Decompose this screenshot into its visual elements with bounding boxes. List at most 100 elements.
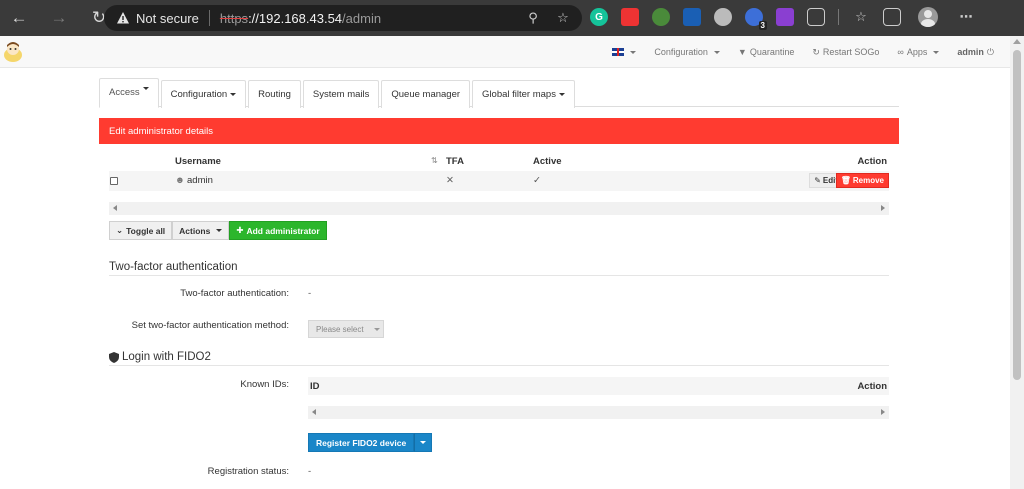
forward-arrow-icon[interactable]: → [48, 7, 70, 29]
language-selector[interactable] [612, 48, 637, 56]
tab-queue-manager-label: Queue manager [391, 89, 461, 100]
add-administrator-button[interactable]: ✚ Add administrator [229, 221, 327, 240]
col-fido-action: Action [857, 381, 887, 392]
toggle-icon: ⌄ [116, 225, 124, 235]
url-host: ://192.168.43.54 [248, 10, 343, 26]
tab-queue-manager[interactable]: Queue manager [381, 80, 471, 108]
uk-flag-icon [612, 48, 625, 56]
pencil-icon: ✎ [814, 176, 821, 185]
badged-extension-icon[interactable]: 3 [745, 8, 767, 30]
remove-button[interactable]: 🗑 Remove [835, 173, 889, 188]
scroll-right-arrow-icon[interactable] [881, 409, 885, 415]
chevron-down-icon [558, 93, 565, 96]
address-bar[interactable]: Not secure https://192.168.43.54/admin ⚲… [104, 5, 582, 31]
nav-restart-sogo[interactable]: ↻ Restart SOGo [812, 47, 879, 58]
admin-table-header: Username ⇅ TFA Active Action [109, 154, 889, 170]
chevron-down-icon [142, 87, 149, 90]
tab-access[interactable]: Access [99, 78, 159, 108]
sort-icon[interactable]: ⇅ [431, 156, 438, 165]
fido2-section-title: Login with FIDO2 [122, 351, 211, 363]
profile-avatar[interactable] [918, 7, 938, 27]
tfa-value: - [308, 288, 312, 299]
registration-status-label: Registration status: [207, 466, 289, 477]
app-navbar: Configuration ▼ Quarantine ↻ Restart SOGo … [0, 36, 1010, 68]
chevron-down-icon [373, 327, 380, 331]
tab-global-filter-maps-label: Global filter maps [482, 89, 556, 100]
chevron-down-icon [230, 93, 237, 96]
browser-toolbar: ← → ↻ Not secure https://192.168.43.54/a… [0, 0, 1024, 36]
warning-icon [117, 12, 129, 24]
tab-routing[interactable]: Routing [248, 80, 301, 108]
section-divider [109, 275, 889, 276]
nav-restart-sogo-label: Restart SOGo [822, 47, 880, 57]
omnibox-divider [208, 10, 210, 26]
toggle-all-button[interactable]: ⌄ Toggle all [109, 221, 173, 240]
actions-label: Actions [179, 225, 211, 236]
grammarly-extension-icon[interactable]: G [590, 8, 608, 26]
quarantine-icon: ▼ [737, 47, 747, 57]
actions-dropdown-button[interactable]: Actions [172, 221, 230, 240]
admin-content: Access Configuration Routing System mail… [99, 68, 899, 489]
nav-quarantine[interactable]: ▼ Quarantine [738, 47, 794, 57]
add-administrator-label: Add administrator [246, 225, 320, 236]
tab-routing-label: Routing [258, 89, 291, 100]
scroll-right-arrow-icon[interactable] [881, 205, 885, 211]
favorite-star-icon[interactable]: ☆ [554, 9, 572, 27]
more-menu-icon[interactable]: ⋯ [957, 8, 975, 26]
favorites-icon[interactable]: ☆ [852, 8, 870, 26]
table-horizontal-scrollbar[interactable] [109, 202, 889, 215]
scroll-up-arrow-icon[interactable] [1013, 39, 1021, 44]
purple-extension-icon[interactable] [776, 8, 794, 26]
security-status[interactable]: Not secure [136, 11, 199, 26]
page-scrollbar[interactable] [1010, 36, 1024, 489]
back-arrow-icon[interactable]: ← [8, 7, 30, 29]
nav-configuration-label: Configuration [654, 47, 708, 57]
col-active[interactable]: Active [533, 156, 562, 167]
row-checkbox[interactable] [110, 177, 118, 185]
table-row: ☻ admin ✕ ✓ ✎ Edit 🗑 Remove [109, 171, 889, 191]
register-fido2-dropdown[interactable] [414, 433, 433, 452]
registration-status-value: - [308, 466, 312, 477]
url-scheme: https [219, 10, 249, 26]
shield-icon [109, 352, 119, 363]
scroll-left-arrow-icon[interactable] [312, 409, 316, 415]
tfa-label: Two-factor authentication: [180, 288, 289, 299]
nav-quarantine-label: Quarantine [749, 47, 795, 57]
section-divider [109, 365, 889, 366]
known-ids-label: Known IDs: [240, 379, 289, 390]
chevron-down-icon [713, 50, 720, 54]
mailcow-logo[interactable] [2, 40, 24, 64]
scroll-thumb[interactable] [1013, 50, 1021, 380]
tab-configuration-label: Configuration [170, 89, 228, 100]
toggle-all-label: Toggle all [126, 225, 166, 236]
col-action: Action [857, 156, 887, 167]
chevron-down-icon [933, 50, 940, 54]
red-extension-icon[interactable] [621, 8, 639, 26]
grey-extension-icon[interactable] [714, 8, 732, 26]
tfa-method-label: Set two-factor authentication method: [131, 320, 289, 331]
nav-apps-label: Apps [906, 47, 928, 57]
tab-configuration[interactable]: Configuration [160, 80, 247, 108]
fido2-table-scrollbar[interactable] [308, 406, 889, 419]
active-check-icon: ✓ [533, 175, 541, 186]
scroll-left-arrow-icon[interactable] [113, 205, 117, 211]
tab-global-filter-maps[interactable]: Global filter maps [472, 80, 575, 108]
col-username[interactable]: Username [175, 156, 221, 167]
link-icon: ∞ [897, 47, 904, 57]
tfa-method-placeholder: Please select [316, 324, 364, 334]
zoom-icon[interactable]: ⚲ [524, 9, 542, 27]
nav-apps[interactable]: ∞ Apps [897, 47, 940, 57]
puzzle-extensions-icon[interactable] [807, 8, 825, 26]
nav-user-logout[interactable]: admin ⏻ [957, 47, 994, 58]
chevron-down-icon [630, 50, 637, 54]
tab-system-mails[interactable]: System mails [302, 80, 380, 108]
blue-extension-icon[interactable] [683, 8, 701, 26]
panel-heading: Edit administrator details [99, 118, 899, 144]
green-extension-icon[interactable] [652, 8, 670, 26]
refresh-icon: ↻ [812, 46, 820, 57]
register-fido2-split-button: Register FIDO2 device [308, 433, 433, 452]
collections-icon[interactable] [883, 8, 901, 26]
register-fido2-button[interactable]: Register FIDO2 device [308, 433, 415, 452]
col-tfa[interactable]: TFA [446, 156, 464, 167]
nav-configuration[interactable]: Configuration [654, 47, 720, 57]
